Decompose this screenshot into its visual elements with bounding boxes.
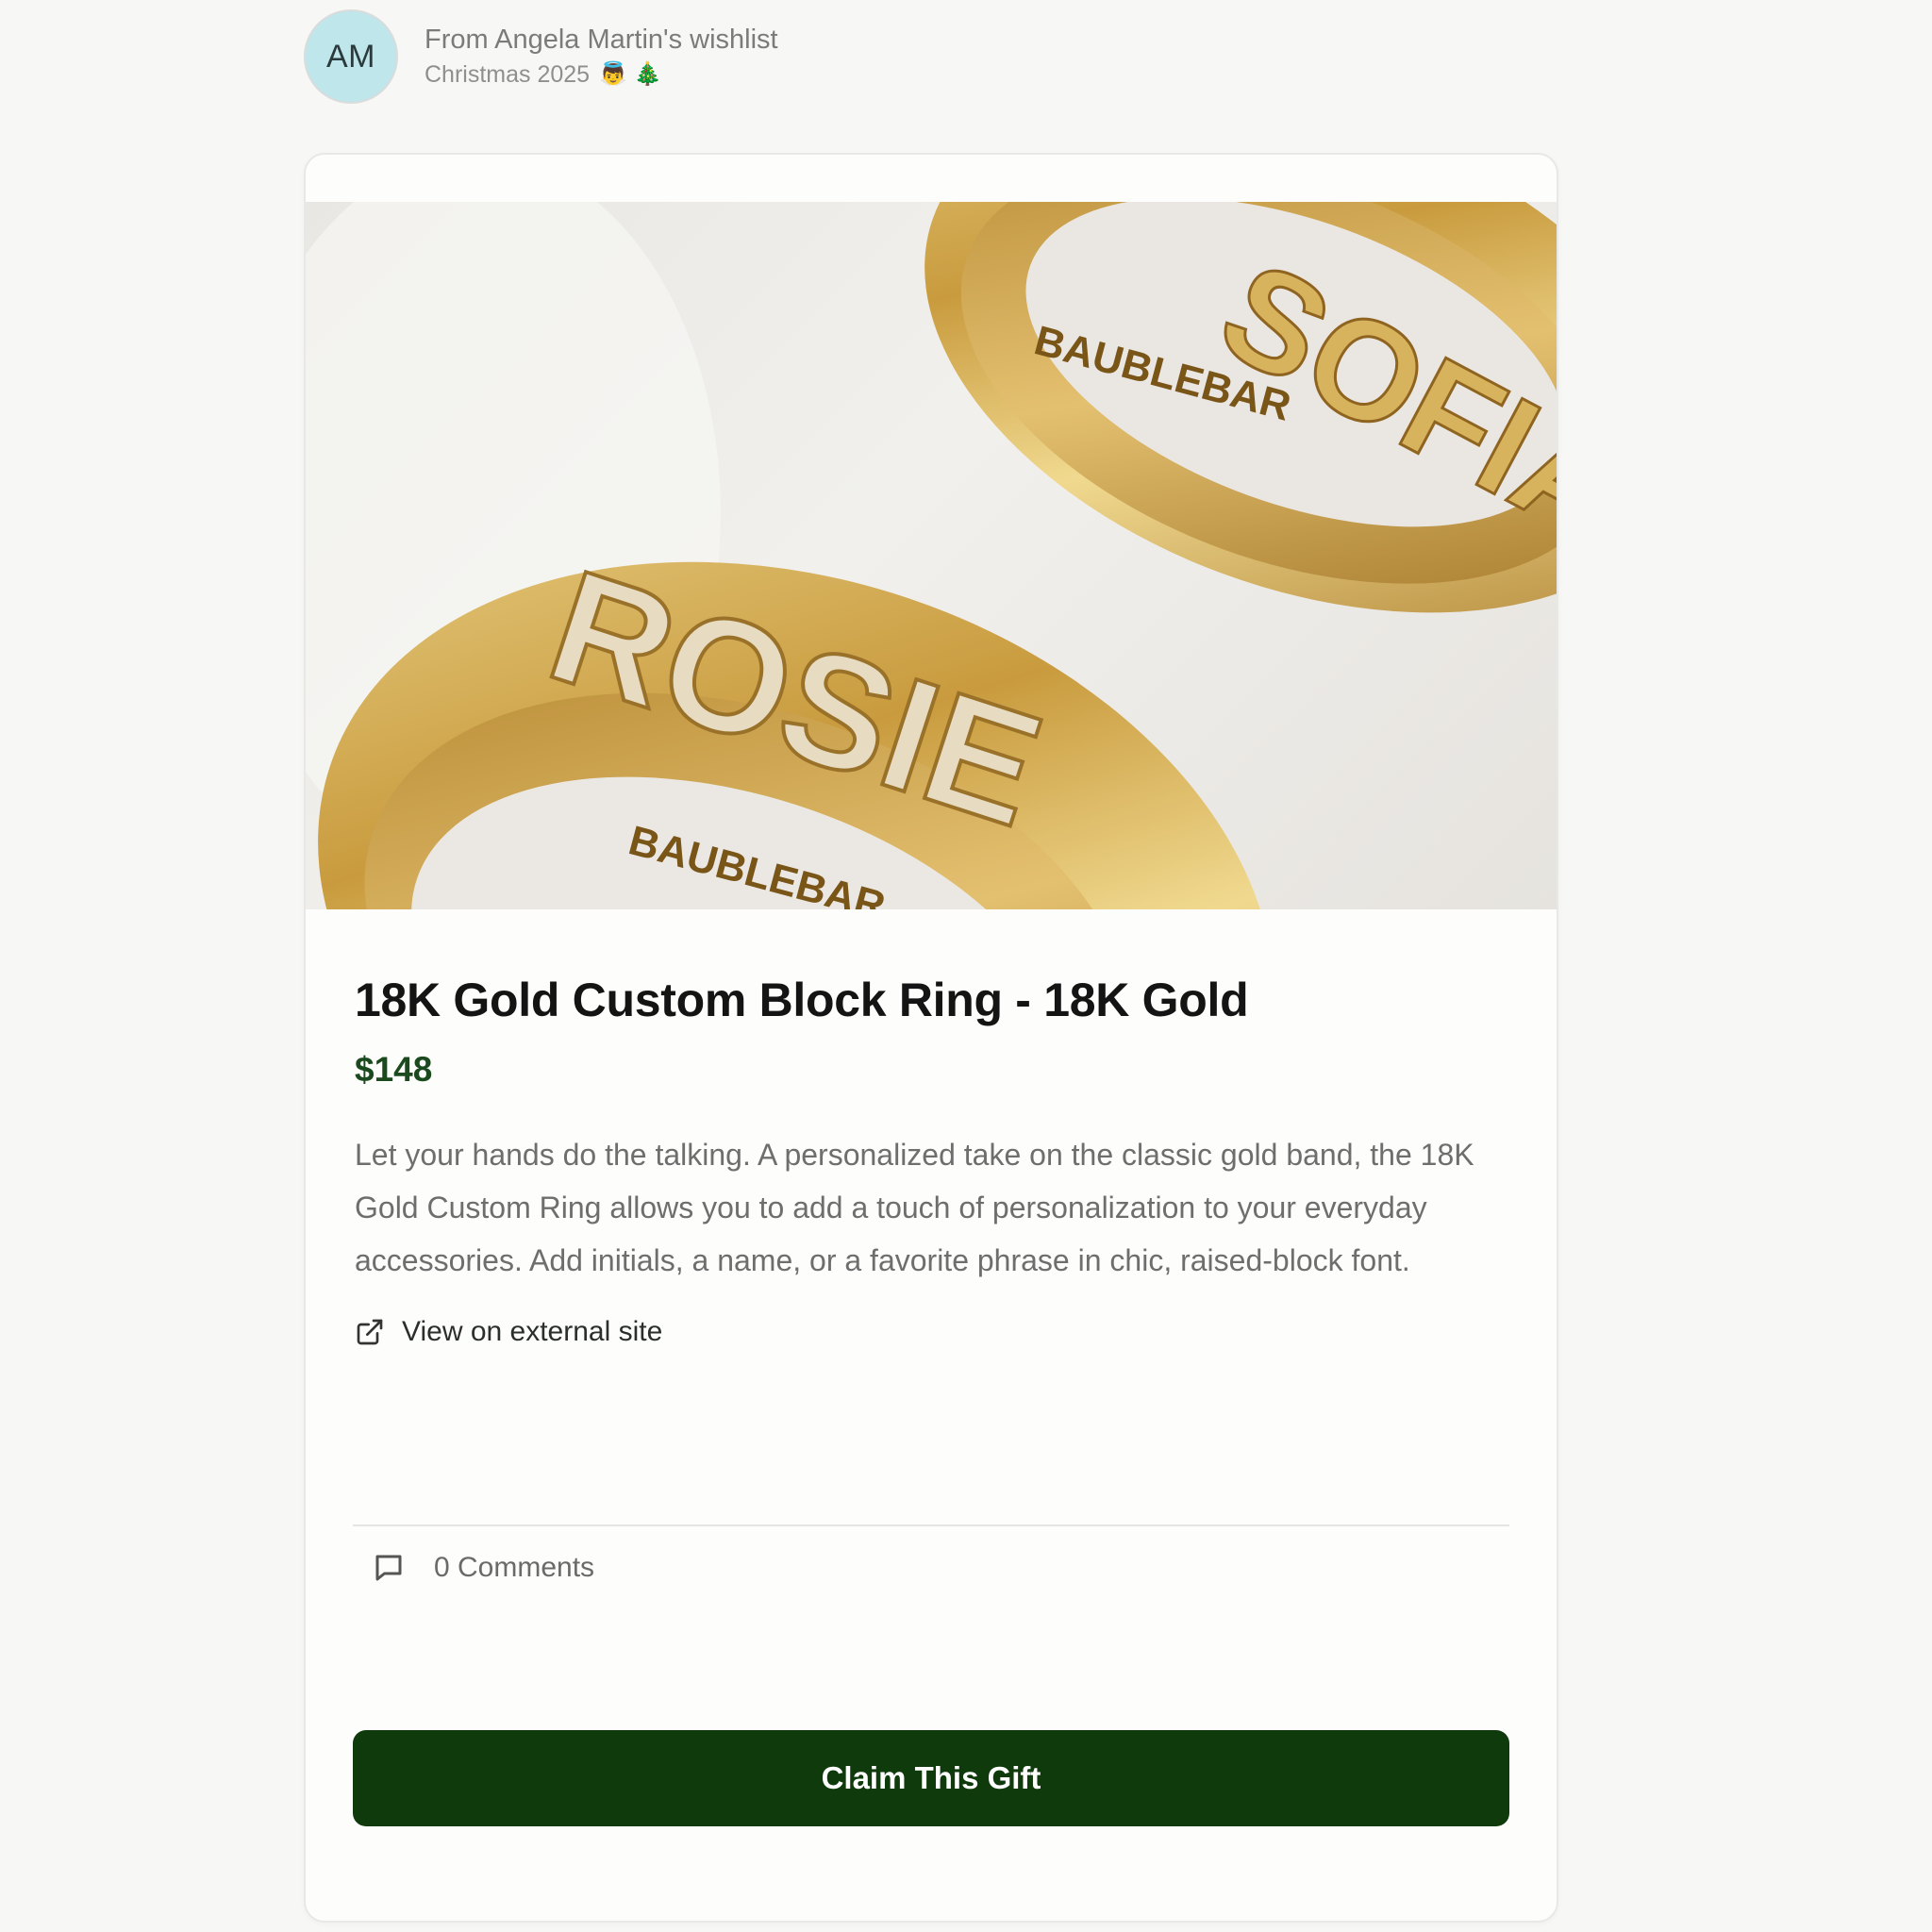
wishlist-event-subtitle: Christmas 2025 👼 🎄 bbox=[425, 58, 778, 91]
product-image: BAUBLEBAR SOFIA BAUBLEBAR ROSIE bbox=[306, 202, 1557, 909]
comments-toggle[interactable]: 0 Comments bbox=[372, 1551, 594, 1585]
gift-card: BAUBLEBAR SOFIA BAUBLEBAR ROSIE 18K Gold… bbox=[304, 153, 1558, 1923]
product-title: 18K Gold Custom Block Ring - 18K Gold bbox=[355, 974, 1249, 1026]
product-description: Let your hands do the talking. A persona… bbox=[355, 1138, 1474, 1277]
view-external-link[interactable]: View on external site bbox=[355, 1313, 1507, 1351]
external-link-icon bbox=[357, 1319, 383, 1345]
avatar[interactable]: AM bbox=[304, 9, 398, 104]
product-price: $148 bbox=[355, 1050, 433, 1089]
wishlist-owner-title[interactable]: From Angela Martin's wishlist bbox=[425, 23, 778, 57]
product-details: 18K Gold Custom Block Ring - 18K Gold $1… bbox=[355, 909, 1507, 1351]
event-emojis: 👼 🎄 bbox=[599, 61, 662, 87]
comments-count[interactable]: 0 Comments bbox=[434, 1552, 594, 1584]
external-link-label[interactable]: View on external site bbox=[402, 1313, 662, 1351]
divider bbox=[353, 1524, 1509, 1526]
comment-icon bbox=[375, 1555, 402, 1581]
wishlist-header: AM From Angela Martin's wishlist Christm… bbox=[304, 9, 778, 104]
event-name: Christmas 2025 bbox=[425, 61, 591, 88]
claim-gift-button[interactable]: Claim This Gift bbox=[353, 1730, 1509, 1826]
header-text: From Angela Martin's wishlist Christmas … bbox=[425, 23, 778, 91]
